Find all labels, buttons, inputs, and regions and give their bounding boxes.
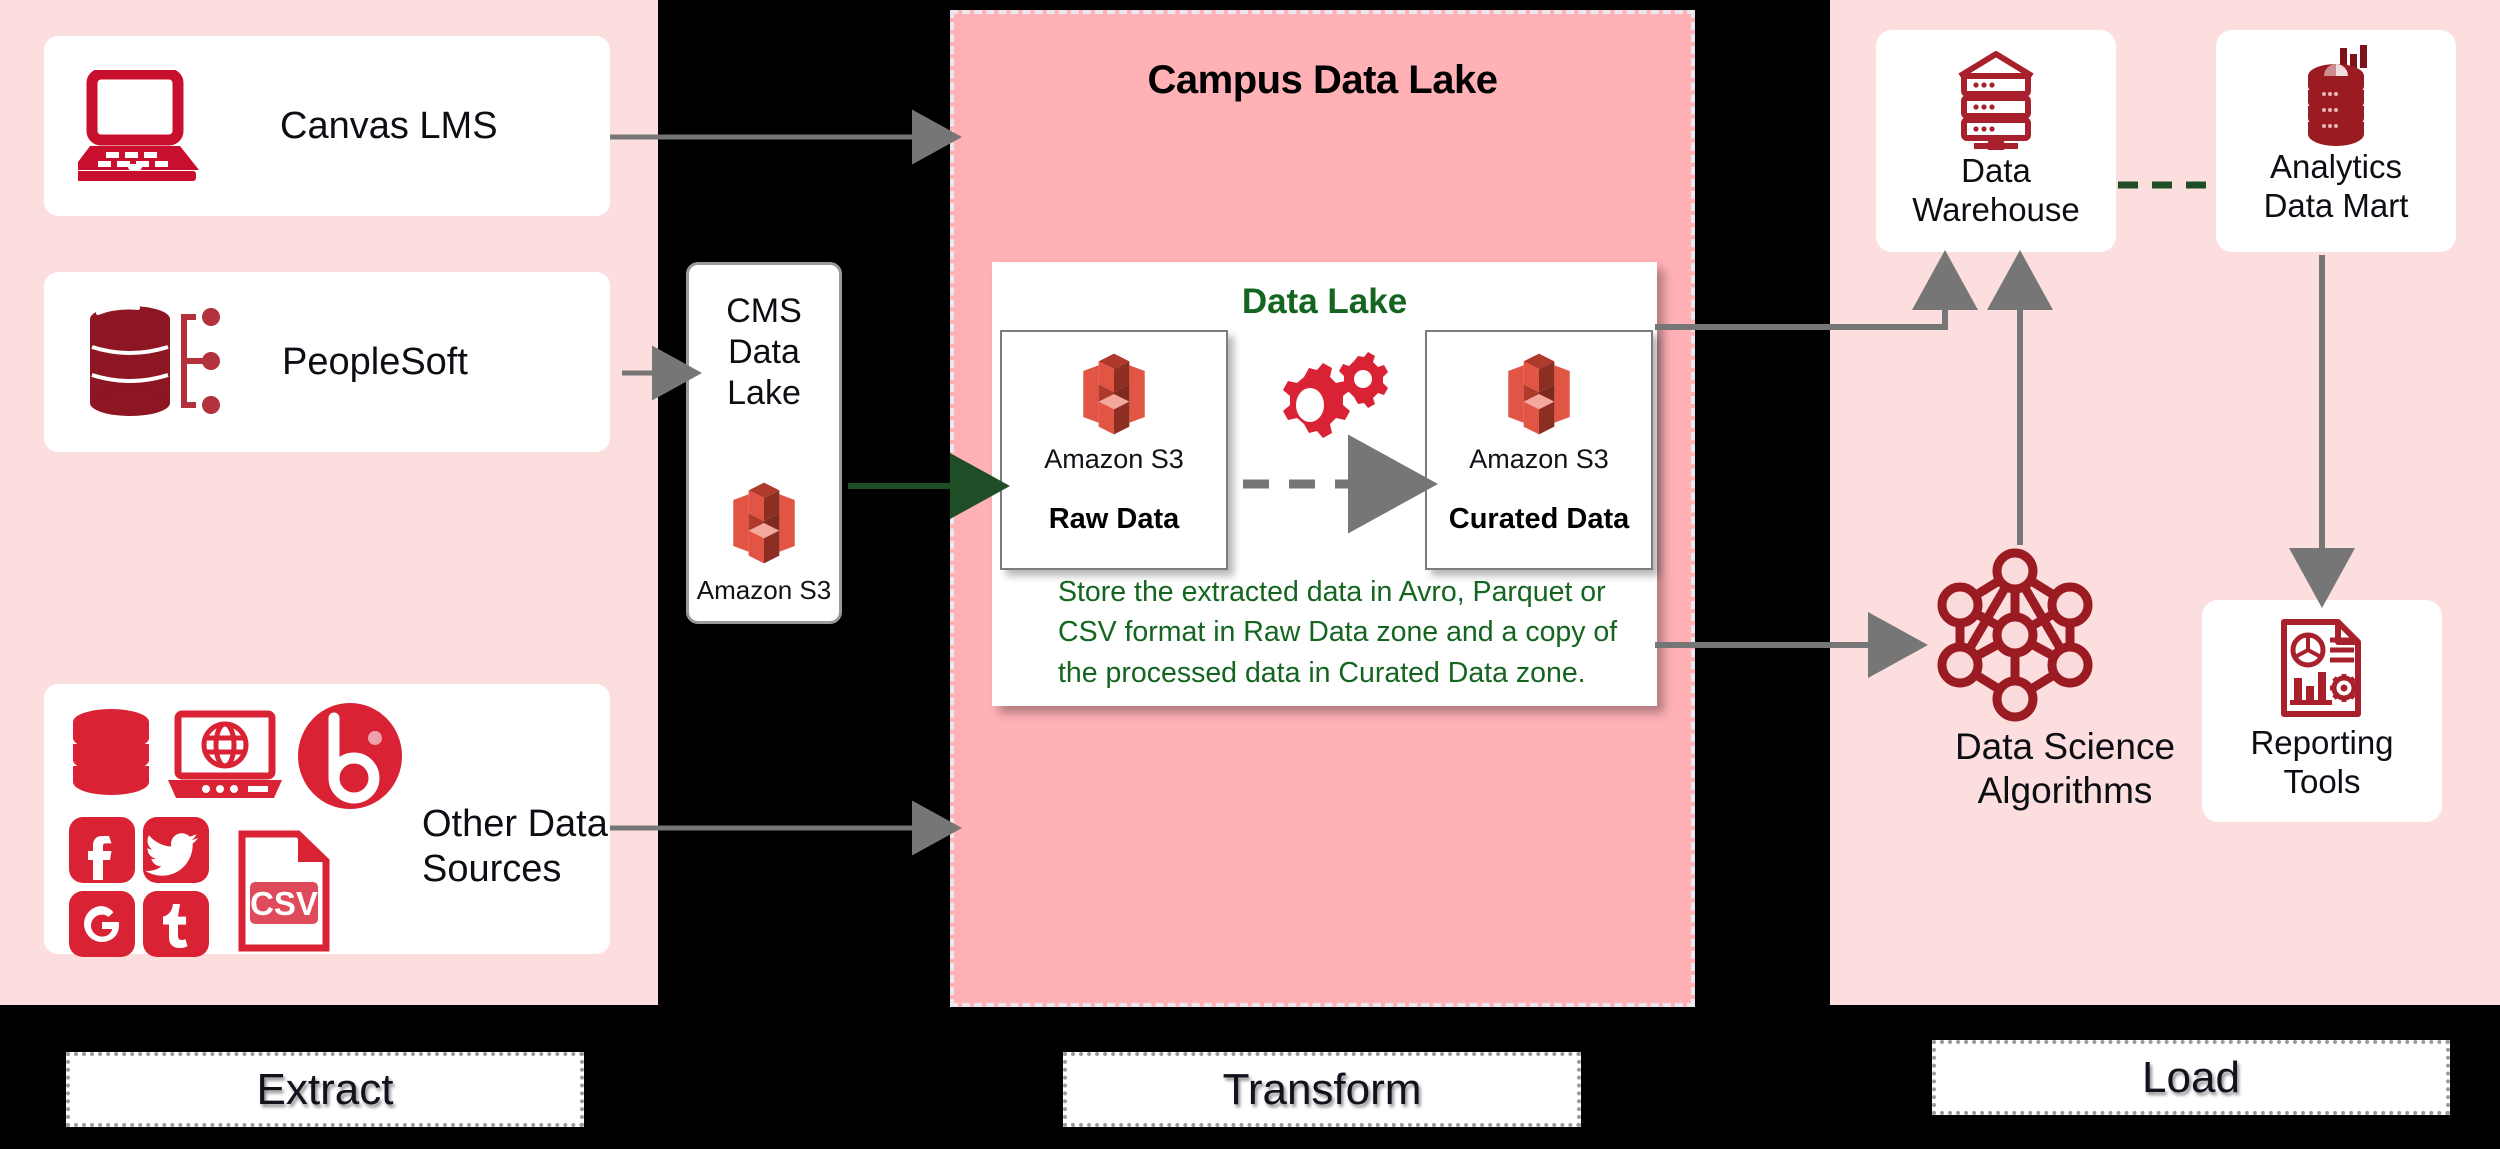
wire-curated-to-data-warehouse xyxy=(1655,250,1978,330)
diagram-canvas: Canvas LMS PeopleSoft CSV Other Data Sou… xyxy=(0,0,2500,1149)
stage-label-extract: Extract xyxy=(66,1052,584,1127)
stage-label-transform: Transform xyxy=(1063,1052,1581,1127)
connector-layer xyxy=(610,109,2355,856)
stage-label-load: Load xyxy=(1932,1040,2450,1115)
